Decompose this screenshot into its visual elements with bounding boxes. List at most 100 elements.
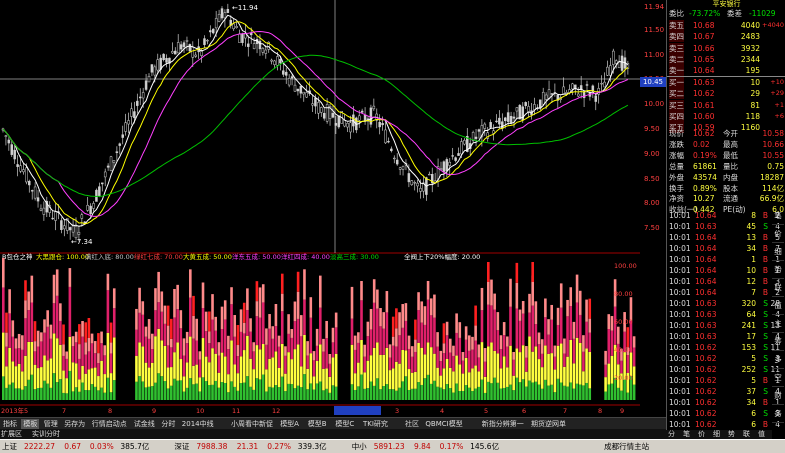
indicator-bar [376,378,379,400]
tab-12[interactable]: TKI研究 [361,419,390,429]
indicator-bar [78,358,81,380]
side-tab-2[interactable]: 细 [772,244,784,261]
tab-7[interactable]: 2014中线 [180,419,216,429]
side-tab-5[interactable]: 值 [772,298,784,315]
indicator-bar [277,367,281,388]
indicator-legend-6: 洋红四成: 40.00 [281,252,330,261]
candle-body [495,120,498,123]
ticks-tabbar: 分笔价细势联值 [666,430,772,439]
indicator-bar [81,336,84,366]
tab-4[interactable]: 行情启动点 [90,419,129,429]
indicator-bar [103,374,107,393]
side-tab-10[interactable]: 财 [772,388,784,405]
indicator-bar [534,381,538,400]
candle-body [410,180,414,185]
ask-price: 10.64 [693,66,715,76]
indicator-bar [160,376,164,400]
candle-body [63,225,66,230]
side-tab-9[interactable]: 空 [772,370,784,387]
candle-body [533,104,536,110]
ticks-tab-2[interactable]: 价 [698,430,705,439]
tab-11[interactable]: 模型C [333,419,356,429]
subtab-1[interactable]: 实训分时 [32,429,60,439]
ticks-tab-3[interactable]: 细 [713,430,720,439]
tab-2[interactable]: 管理 [42,419,60,429]
indicator-bar [439,350,443,362]
ticks-tab-1[interactable]: 笔 [683,430,690,439]
quote-stat-l2: 最高 [723,139,738,149]
indicator-bar [255,378,259,400]
candle-body [185,40,189,42]
tab-3[interactable]: 另存为 [62,419,87,429]
indicator-bar [163,345,167,382]
indicator-bar [299,387,303,400]
tab-1[interactable]: 模板 [21,419,40,429]
subtab-0[interactable]: 扩展区 [1,429,22,439]
side-tab-0[interactable]: 笔 [772,208,784,225]
side-tab-8[interactable]: 多 [772,352,784,369]
candle-body [594,95,598,102]
tab-13[interactable]: 社区 [403,419,421,429]
indicator-bar [366,360,370,389]
tab-9[interactable]: 模型A [278,419,301,429]
ticks-tab-5[interactable]: 联 [743,430,750,439]
candle-body [127,120,130,125]
side-tab-6[interactable]: 主 [772,316,784,333]
ticks-tab-4[interactable]: 势 [728,430,735,439]
indicator-bar [192,365,195,385]
side-tab-7[interactable]: 筹 [772,334,784,351]
status-item-12: 9.84 [414,442,431,451]
indicator-bar [109,342,113,354]
side-tab-3[interactable]: 势 [772,262,784,279]
indicator-legend-1: 大黑跟仓: 100.00 [36,252,89,261]
indicator-bar [518,320,522,353]
tab-8[interactable]: 小周看中新促 [229,419,275,429]
indicator-bar [287,333,290,353]
tab-15[interactable]: 新指分辨第一 [480,419,526,429]
ask-row[interactable]: 卖五 10.68 4040 +4040 [667,20,785,31]
indicator-bar [493,293,496,310]
bid-change: +6 [774,111,784,120]
tab-0[interactable]: 指标 [1,419,19,429]
indicator-bar [144,387,148,400]
side-tab-11[interactable]: 务 [772,406,784,423]
bid-row[interactable]: 买三 10.61 81 +1 [667,99,785,111]
tab-6[interactable]: 分时 [159,419,177,429]
indicator-bar [420,347,424,385]
indicator-bar [369,381,373,400]
side-tab-4[interactable]: 联 [772,280,784,297]
ask-row[interactable]: 卖四 10.67 2483 [667,31,785,43]
tab-5[interactable]: 试金线 [132,419,157,429]
side-tab-1[interactable]: 价 [772,226,784,243]
candle-body [194,54,197,57]
indicator-bar [569,382,573,400]
ticks-tab-6[interactable]: 值 [758,430,765,439]
tab-14[interactable]: QBMCI模型 [423,419,464,429]
indicator-bar [109,353,113,374]
indicator-bar [290,384,294,400]
indicator-bar [461,373,465,391]
ask-row[interactable]: 卖二 10.65 2344 [667,53,785,65]
candle-body [13,149,16,160]
indicator-bar [312,360,316,377]
indicator-bar [233,315,237,337]
tab-10[interactable]: 模型B [306,419,329,429]
status-item-15[interactable]: 成都行情主站 [604,440,649,453]
kline-chart[interactable]: ←11.94 ←7.34 B包仓之神 大黑跟仓: 100.00满红入底: 80.00 绿… [0,0,640,415]
indicator-bar [458,364,462,392]
candle-body [112,160,116,163]
ticks-tab-0[interactable]: 分 [668,430,675,439]
indicator-bar [360,300,363,340]
bid-volume: 81 [750,100,760,110]
bid-row[interactable]: 买四 10.60 118 +6 [667,110,785,122]
bid-row[interactable]: 买二 10.62 29 +29 [667,88,785,100]
bid-row[interactable]: 买一 10.63 10 +10 [667,77,785,88]
ask-row[interactable]: 卖一 10.64 195 [667,65,785,78]
indicator-bar [556,307,560,325]
current-price-tag: 10.45 [640,76,666,87]
ask-row[interactable]: 卖三 10.66 3932 [667,42,785,54]
indicator-bar [150,349,154,363]
indicator-bar [477,344,481,358]
quote-stat-row: 换手 0.89% 股本 114亿 [667,183,785,194]
tab-16[interactable]: 期货逆网单 [529,419,568,429]
